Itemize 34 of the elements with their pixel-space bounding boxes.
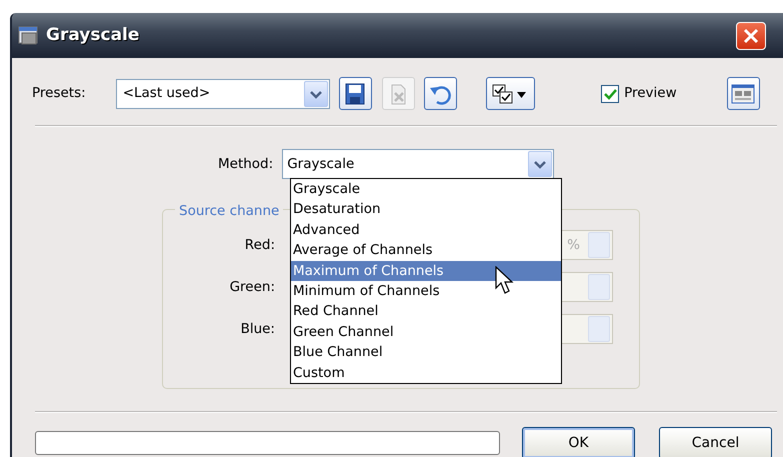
dropdown-option[interactable]: Advanced: [291, 220, 561, 240]
save-button[interactable]: [338, 77, 372, 110]
options-menu-button[interactable]: [486, 77, 535, 110]
dropdown-option[interactable]: Maximum of Channels: [291, 260, 561, 281]
dropdown-option[interactable]: Red Channel: [291, 301, 561, 322]
presets-label: Presets:: [32, 84, 86, 104]
layout-button[interactable]: [726, 77, 760, 110]
window-title: Grayscale: [46, 24, 140, 47]
preview-label: Preview: [624, 84, 677, 104]
preview-checkbox[interactable]: [600, 84, 619, 102]
layout-icon: [731, 82, 756, 104]
cancel-button[interactable]: Cancel: [659, 427, 772, 457]
method-dropdown[interactable]: Grayscale: [282, 149, 554, 179]
undo-button[interactable]: [424, 77, 457, 110]
dropdown-option[interactable]: Custom: [291, 362, 561, 383]
close-icon: [743, 28, 759, 44]
ok-button[interactable]: OK: [522, 427, 635, 457]
window-icon: [18, 26, 40, 46]
dropdown-option[interactable]: Average of Channels: [291, 240, 561, 261]
mouse-cursor-icon: [495, 266, 515, 296]
unit-label: %: [566, 236, 580, 255]
method-label: Method:: [218, 154, 274, 174]
dropdown-option[interactable]: Blue Channel: [291, 342, 561, 363]
channel-label: Red:: [244, 236, 275, 255]
save-icon: [343, 82, 368, 104]
dropdown-option[interactable]: Grayscale: [291, 179, 561, 200]
dropdown-option[interactable]: Green Channel: [291, 322, 561, 342]
channel-label: Blue:: [240, 320, 275, 339]
close-button[interactable]: [736, 22, 766, 50]
dropdown-option[interactable]: Minimum of Channels: [291, 280, 561, 302]
checkmark-icon: [602, 88, 617, 100]
presets-dropdown[interactable]: <Last used>: [116, 78, 330, 108]
dropdown-option[interactable]: Desaturation: [291, 199, 561, 220]
channel-label: Green:: [228, 278, 275, 297]
